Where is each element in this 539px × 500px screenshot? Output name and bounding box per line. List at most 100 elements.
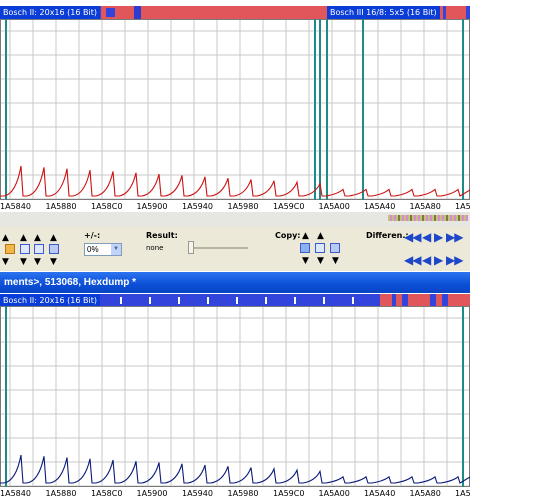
top-map-label-1[interactable]: Bosch II: 20x16 (16 Bit) bbox=[0, 6, 100, 19]
copy-down-arrow-icon[interactable]: ▼ bbox=[317, 256, 324, 266]
up-arrow-icon[interactable]: ▲ bbox=[2, 233, 9, 243]
strip-tick bbox=[236, 297, 238, 304]
copy-table-icon[interactable] bbox=[315, 243, 325, 253]
copy-up-arrow-icon[interactable]: ▲ bbox=[317, 231, 324, 241]
window-title-bar[interactable]: ments>, 513068, Hexdump * bbox=[0, 272, 470, 293]
map-view-icon[interactable] bbox=[5, 244, 15, 254]
overview-tick bbox=[398, 215, 400, 221]
overview-tick bbox=[454, 215, 456, 221]
chart-view-icon[interactable] bbox=[34, 244, 44, 254]
x-tick-label: 1A5980 bbox=[227, 202, 259, 211]
result-value: none bbox=[146, 244, 164, 252]
overview-tick bbox=[434, 215, 436, 221]
down-arrow-icon[interactable]: ▼ bbox=[34, 257, 41, 267]
top-panel-separator bbox=[0, 212, 470, 227]
last-difference-icon[interactable]: ▶▶ bbox=[446, 254, 463, 266]
table-view-icon[interactable] bbox=[20, 244, 30, 254]
x-tick-label: 1A5840 bbox=[0, 489, 31, 498]
x-tick-label: 1A5900 bbox=[136, 202, 168, 211]
x-tick-label: 1A5A00 bbox=[318, 489, 350, 498]
grid-view-icon[interactable] bbox=[49, 244, 59, 254]
top-plot[interactable] bbox=[0, 19, 471, 200]
overview-tick bbox=[406, 215, 408, 221]
strip-tick bbox=[294, 297, 296, 304]
first-difference-icon[interactable]: ◀◀ bbox=[404, 231, 421, 243]
slider-thumb[interactable] bbox=[188, 241, 194, 254]
overview-tick bbox=[462, 215, 464, 221]
overview-tick bbox=[450, 215, 452, 221]
down-arrow-icon[interactable]: ▼ bbox=[50, 257, 57, 267]
previous-difference-icon[interactable]: ◀ bbox=[422, 231, 431, 243]
bottom-plot[interactable] bbox=[0, 306, 471, 487]
x-tick-label: 1A5900 bbox=[136, 489, 168, 498]
copy-grid-icon[interactable] bbox=[330, 243, 340, 253]
down-arrow-icon[interactable]: ▼ bbox=[2, 257, 9, 267]
last-difference-icon[interactable]: ▶▶ bbox=[446, 231, 463, 243]
copy-up-arrow-icon[interactable]: ▲ bbox=[302, 231, 309, 241]
copy-map-icon[interactable] bbox=[300, 243, 310, 253]
strip-tick bbox=[352, 297, 354, 304]
x-tick-label: 1A5A00 bbox=[318, 202, 350, 211]
overview-tick bbox=[426, 215, 428, 221]
overview-tick bbox=[390, 215, 392, 221]
next-difference-icon[interactable]: ▶ bbox=[434, 254, 443, 266]
overview-tick bbox=[466, 215, 468, 221]
top-x-axis: 1A5840 1A5880 1A58C0 1A5900 1A5940 1A5980 1A59… bbox=[0, 202, 471, 212]
x-tick-label: 1A5A80 bbox=[409, 489, 441, 498]
overview-strip bbox=[388, 215, 468, 221]
x-tick-label: 1A5980 bbox=[227, 489, 259, 498]
strip-tick bbox=[265, 297, 267, 304]
down-arrow-icon[interactable]: ▼ bbox=[20, 257, 27, 267]
next-difference-icon[interactable]: ▶ bbox=[434, 231, 443, 243]
copy-label: Copy: bbox=[275, 231, 301, 240]
x-tick-label: 1A59C0 bbox=[273, 489, 305, 498]
x-tick-label: 1A5 bbox=[455, 489, 471, 498]
up-arrow-icon[interactable]: ▲ bbox=[50, 233, 57, 243]
plot-frame bbox=[0, 306, 470, 487]
strip-tick bbox=[207, 297, 209, 304]
overview-tick bbox=[410, 215, 412, 221]
overview-tick bbox=[402, 215, 404, 221]
x-tick-label: 1A5940 bbox=[182, 202, 213, 211]
percent-select[interactable]: 0% ▼ bbox=[84, 243, 122, 256]
window-title: ments>, 513068, Hexdump * bbox=[4, 277, 137, 288]
percent-select-value: 0% bbox=[87, 245, 99, 254]
overview-tick bbox=[438, 215, 440, 221]
x-tick-label: 1A5880 bbox=[45, 489, 77, 498]
compare-toolbar: ▲ ▲ ▲ ▲ ▼ ▼ ▼ ▼ +/-: Result: none Copy: … bbox=[0, 227, 470, 271]
x-tick-label: 1A59C0 bbox=[273, 202, 305, 211]
overview-tick bbox=[430, 215, 432, 221]
chevron-down-icon[interactable]: ▼ bbox=[111, 244, 121, 255]
strip-tick bbox=[323, 297, 325, 304]
bottom-x-axis: 1A5840 1A5880 1A58C0 1A5900 1A5940 1A5980 1A59… bbox=[0, 489, 471, 499]
x-tick-label: 1A58C0 bbox=[91, 489, 123, 498]
x-tick-label: 1A5A40 bbox=[364, 489, 396, 498]
copy-down-arrow-icon[interactable]: ▼ bbox=[302, 256, 309, 266]
result-label: Result: bbox=[146, 231, 178, 240]
top-map-strip[interactable]: Bosch II: 20x16 (16 Bit) Bosch III 16/8:… bbox=[0, 6, 470, 19]
result-slider[interactable] bbox=[188, 241, 248, 255]
x-tick-label: 1A5 bbox=[455, 202, 471, 211]
plot-frame bbox=[0, 19, 470, 200]
top-map-label-2[interactable]: Bosch III 16/8: 5x5 (16 Bit) bbox=[327, 6, 440, 19]
slider-track bbox=[188, 247, 248, 249]
strip-tick bbox=[178, 297, 180, 304]
strip-tick bbox=[120, 297, 122, 304]
data-trace bbox=[0, 454, 471, 484]
bottom-plot-canvas[interactable] bbox=[0, 306, 471, 487]
plusminus-label: +/-: bbox=[84, 231, 101, 240]
copy-down-arrow-icon[interactable]: ▼ bbox=[332, 256, 339, 266]
up-arrow-icon[interactable]: ▲ bbox=[20, 233, 27, 243]
differences-label: Differen.: bbox=[366, 231, 409, 240]
overview-tick bbox=[458, 215, 460, 221]
x-tick-label: 1A5940 bbox=[182, 489, 213, 498]
up-arrow-icon[interactable]: ▲ bbox=[34, 233, 41, 243]
previous-difference-icon[interactable]: ◀ bbox=[422, 254, 431, 266]
overview-tick bbox=[442, 215, 444, 221]
overview-tick bbox=[394, 215, 396, 221]
top-plot-canvas[interactable] bbox=[0, 19, 471, 200]
x-tick-label: 1A5A40 bbox=[364, 202, 396, 211]
x-tick-label: 1A5840 bbox=[0, 202, 31, 211]
first-difference-icon[interactable]: ◀◀ bbox=[404, 254, 421, 266]
overview-tick bbox=[446, 215, 448, 221]
